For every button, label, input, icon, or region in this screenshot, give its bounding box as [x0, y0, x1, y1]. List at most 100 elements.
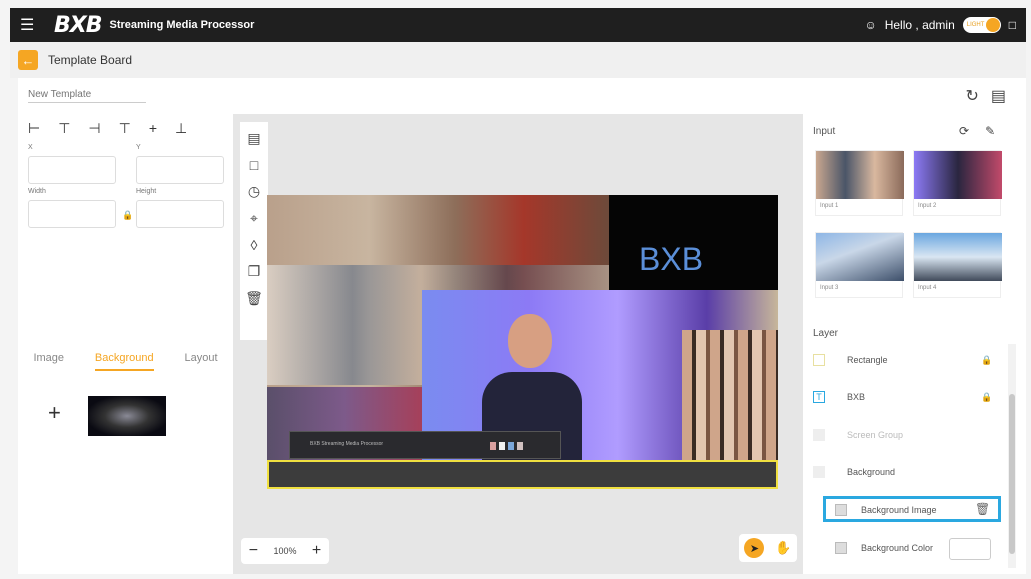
asset-tabs: Image Background Layout — [18, 352, 233, 371]
y-label: Y — [136, 144, 141, 151]
theme-toggle[interactable]: LIGHT — [962, 17, 1001, 33]
layer-label: BXB — [847, 392, 866, 402]
tab-image[interactable]: Image — [33, 352, 64, 371]
user-icon[interactable]: ☺ — [864, 18, 876, 32]
input-3-label: Input 3 — [820, 285, 839, 291]
refresh-icon[interactable]: ↻ — [965, 86, 978, 106]
device-label: BXB Streaming Media Processor — [310, 441, 384, 447]
background-color-swatch[interactable] — [949, 538, 991, 560]
layer-scrollbar[interactable] — [1008, 344, 1016, 568]
lock-icon[interactable]: 🔒 — [122, 210, 133, 221]
arrow-left-icon: ← — [21, 52, 35, 68]
sync-icon[interactable]: ⟳ — [959, 124, 969, 138]
layers-tool-icon[interactable]: ◊ — [251, 237, 258, 253]
greeting-text: Hello , admin — [884, 18, 955, 32]
canvas-area: ▤ □ ◷ ⌖ ◊ ❐ 🗑 BXB BXB Streaming Media Pr… — [233, 114, 803, 574]
save-icon[interactable]: ▤ — [991, 86, 1006, 106]
rectangle-icon — [813, 354, 825, 366]
device-graphic: BXB Streaming Media Processor — [289, 431, 561, 459]
template-canvas[interactable]: BXB BXB Streaming Media Processor — [267, 195, 778, 489]
align-left-icon[interactable]: ⊢ — [28, 120, 40, 137]
input-2-preview — [914, 151, 1002, 199]
input-card-2[interactable]: Input 2 — [913, 150, 1002, 216]
layer-label: Background Image — [861, 505, 937, 515]
zoom-in-button[interactable]: + — [312, 542, 321, 560]
align-bottom-icon[interactable]: ⊥ — [175, 120, 187, 137]
faces-wall — [682, 330, 778, 460]
layer-label: Rectangle — [847, 355, 888, 365]
lock-icon[interactable]: 🔒 — [981, 355, 992, 366]
rectangle-tool-icon[interactable]: □ — [250, 157, 258, 173]
image-icon — [835, 504, 847, 516]
rectangle-layer[interactable] — [267, 460, 778, 489]
tab-background[interactable]: Background — [94, 352, 154, 371]
device-ports — [490, 442, 523, 450]
layer-item-background-image[interactable]: Background Image — [835, 504, 937, 516]
tab-layout[interactable]: Layout — [185, 352, 218, 371]
y-field[interactable] — [136, 156, 224, 184]
width-field[interactable] — [28, 200, 116, 228]
input-2-label: Input 2 — [918, 203, 937, 209]
hamburger-icon[interactable]: ☰ — [20, 15, 42, 35]
scrollbar-thumb[interactable] — [1009, 394, 1015, 554]
layer-item-background-color[interactable]: Background Color — [835, 542, 933, 554]
speaker-head — [508, 314, 552, 368]
zoom-out-button[interactable]: − — [249, 542, 258, 560]
zoom-control: − 100% + — [241, 538, 329, 564]
input-card-4[interactable]: Input 4 — [913, 232, 1002, 298]
layer-item-background[interactable]: Background — [813, 466, 895, 478]
input-title: Input — [813, 126, 836, 137]
port-4 — [517, 442, 523, 450]
align-middle-v-icon[interactable]: + — [149, 120, 157, 137]
edit-icon[interactable]: ✎ — [985, 124, 995, 138]
layer-item-bxb[interactable]: T BXB — [813, 391, 865, 403]
lock-icon[interactable]: 🔒 — [981, 392, 992, 403]
hand-icon[interactable]: ✋ — [775, 540, 791, 556]
input-card-1[interactable]: Input 1 — [815, 150, 904, 216]
template-name-bar: ↻ ▤ — [18, 78, 1026, 114]
bxb-text: BXB — [639, 241, 704, 277]
input-1-label: Input 1 — [820, 203, 839, 209]
bxb-text-layer[interactable]: BXB — [609, 195, 778, 290]
expand-icon[interactable]: □ — [1009, 18, 1016, 32]
text-tool-icon[interactable]: ▤ — [247, 130, 260, 147]
x-field[interactable] — [28, 156, 116, 184]
align-right-icon[interactable]: ⊣ — [88, 120, 100, 137]
input-1-preview — [816, 151, 904, 199]
toggle-knob — [985, 18, 1000, 32]
layer-label: Screen Group — [847, 430, 904, 440]
copy-tool-icon[interactable]: ❐ — [248, 263, 261, 280]
tool-palette: ▤ □ ◷ ⌖ ◊ ❐ 🗑 — [240, 122, 268, 340]
align-toolbar: ⊢ ⊤ ⊣ ⊤ + ⊥ — [18, 114, 233, 143]
pointer-icon[interactable]: ➤ — [744, 538, 765, 558]
align-center-h-icon[interactable]: ⊤ — [58, 120, 70, 137]
input-3-preview — [816, 233, 904, 281]
clock-tool-icon[interactable]: ◷ — [248, 183, 260, 200]
crop-tool-icon[interactable]: ⌖ — [250, 210, 258, 227]
delete-tool-icon[interactable]: 🗑 — [245, 290, 263, 307]
logo: BXB — [54, 12, 102, 38]
top-bar: ☰ BXB Streaming Media Processor ☺ Hello … — [10, 8, 1026, 42]
align-top-icon[interactable]: ⊤ — [119, 120, 131, 137]
page-title: Template Board — [48, 53, 133, 67]
height-field[interactable] — [136, 200, 224, 228]
text-icon: T — [813, 391, 825, 403]
background-thumbnail[interactable] — [88, 396, 166, 436]
back-button[interactable]: ← — [18, 50, 38, 70]
layer-item-screen-group[interactable]: Screen Group — [813, 429, 903, 441]
add-background-button[interactable]: + — [48, 400, 61, 426]
port-3 — [508, 442, 514, 450]
theme-toggle-label: LIGHT — [966, 22, 985, 28]
template-name-input[interactable] — [28, 89, 146, 103]
folder-icon — [813, 466, 825, 478]
cursor-tools: ➤ ✋ — [739, 534, 797, 562]
right-panel: Input ⟳ ✎ Input 1 Input 2 Input 3 Input … — [803, 114, 1026, 574]
sub-header: ← Template Board — [10, 42, 1026, 78]
input-4-preview — [914, 233, 1002, 281]
input-card-3[interactable]: Input 3 — [815, 232, 904, 298]
layer-item-rectangle[interactable]: Rectangle — [813, 354, 888, 366]
zoom-level: 100% — [273, 546, 297, 556]
template-actions: ↻ ▤ — [965, 86, 1006, 106]
properties-panel: ⊢ ⊤ ⊣ ⊤ + ⊥ X Y Width Height 🔒 Image Bac… — [18, 114, 233, 574]
trash-icon[interactable]: 🗑 — [975, 502, 990, 516]
